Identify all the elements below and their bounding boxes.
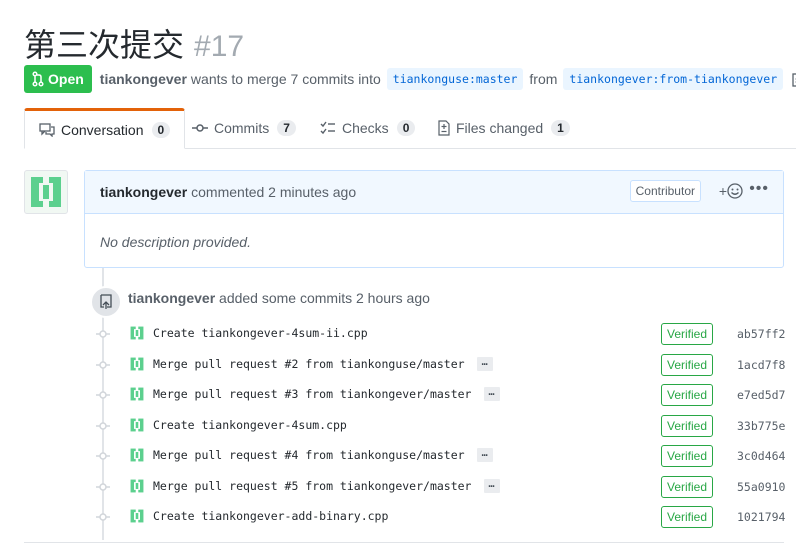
expand-commit-button[interactable]: …	[476, 448, 493, 462]
file-diff-icon	[438, 119, 450, 136]
commit-sha[interactable]: 1acd7f8	[737, 358, 785, 372]
checklist-icon	[320, 121, 335, 134]
pr-number: #17	[194, 30, 245, 63]
repo-push-icon	[90, 286, 122, 318]
verified-badge[interactable]: Verified	[661, 353, 714, 376]
state-label: Open	[48, 71, 84, 87]
commit-avatar[interactable]	[128, 416, 146, 434]
commit-row: Create tiankongever-4sum.cpp Verified 33b7…	[96, 414, 788, 438]
tab-conversation-count: 0	[151, 121, 171, 138]
commits-event-header: tiankongever added some commits 2 hours …	[128, 290, 430, 306]
comment-menu-button[interactable]: •••	[749, 180, 769, 198]
tab-commits-count: 7	[277, 119, 296, 136]
git-commit-icon	[96, 327, 110, 345]
commit-sha[interactable]: ab57ff2	[737, 327, 785, 341]
commit-avatar[interactable]	[128, 385, 146, 403]
verified-badge[interactable]: Verified	[661, 323, 714, 345]
commit-sha[interactable]: 3c0d464	[737, 449, 785, 463]
commit-avatar[interactable]	[128, 355, 146, 373]
commits-action: added some commits 2 hours ago	[219, 290, 430, 306]
verified-badge[interactable]: Verified	[661, 445, 714, 467]
verified-badge[interactable]: Verified	[661, 414, 714, 437]
commit-avatar[interactable]	[128, 446, 146, 464]
commit-message-text[interactable]: Merge pull request #4 from tiankonguse/m…	[153, 448, 465, 462]
commit-sha[interactable]: 33b775e	[737, 419, 785, 433]
merge-text: wants to merge 7 commits into	[190, 71, 381, 87]
comment-header: tiankongever commented 2 minutes ago Con…	[85, 171, 783, 214]
commit-avatar[interactable]	[128, 507, 146, 525]
tab-files-count: 1	[551, 119, 570, 136]
commit-row: Create tiankongever-add-binary.cpp Verifi…	[96, 505, 788, 529]
pull-request-icon	[32, 71, 44, 87]
git-commit-icon	[96, 388, 110, 406]
commit-sha[interactable]: 1021794	[737, 510, 785, 524]
expand-commit-button[interactable]: …	[483, 387, 500, 401]
commit-message[interactable]: Merge pull request #2 from tiankonguse/m…	[153, 356, 493, 371]
contributor-badge: Contributor	[629, 180, 701, 202]
from-text: from	[529, 71, 558, 87]
commit-message-text[interactable]: Create tiankongever-add-binary.cpp	[153, 509, 388, 523]
git-commit-icon	[96, 510, 110, 528]
commit-sha[interactable]: e7ed5d7	[737, 388, 785, 402]
pr-author-link[interactable]: tiankongever	[100, 71, 187, 87]
tab-checks[interactable]: Checks 0	[320, 108, 416, 147]
comment-action[interactable]: commented 2 minutes ago	[191, 184, 356, 200]
git-commit-icon	[192, 123, 208, 132]
commit-message-text[interactable]: Merge pull request #5 from tiankongever/…	[153, 479, 472, 493]
commits-author[interactable]: tiankongever	[128, 290, 215, 306]
comment-box: tiankongever commented 2 minutes ago Con…	[84, 170, 784, 268]
commit-message-text[interactable]: Create tiankongever-4sum-ii.cpp	[153, 326, 368, 340]
clipboard-icon[interactable]	[791, 71, 796, 87]
pr-meta: Open tiankongever wants to merge 7 commi…	[24, 65, 796, 93]
verified-badge[interactable]: Verified	[661, 475, 714, 498]
tab-checks-label: Checks	[342, 119, 389, 136]
commit-row: Merge pull request #4 from tiankonguse/m…	[96, 444, 788, 468]
pr-tabs: Conversation 0 Commits 7 Checks 0 Files …	[24, 108, 796, 149]
commit-message[interactable]: Create tiankongever-add-binary.cpp	[153, 509, 388, 523]
tab-checks-count: 0	[396, 119, 416, 136]
tab-commits-label: Commits	[214, 119, 270, 136]
base-ref[interactable]: tiankonguse:master	[386, 68, 524, 90]
commit-avatar[interactable]	[128, 477, 146, 495]
commit-message-text[interactable]: Create tiankongever-4sum.cpp	[153, 418, 347, 432]
verified-badge[interactable]: Verified	[661, 506, 714, 528]
state-badge: Open	[24, 65, 92, 93]
commit-message[interactable]: Create tiankongever-4sum-ii.cpp	[153, 326, 368, 340]
commit-message[interactable]: Merge pull request #5 from tiankongever/…	[153, 478, 500, 493]
git-commit-icon	[96, 449, 110, 467]
commit-message[interactable]: Merge pull request #3 from tiankongever/…	[153, 387, 500, 401]
git-commit-icon	[96, 480, 110, 498]
add-reaction-button[interactable]: +	[719, 183, 743, 199]
tab-files-changed[interactable]: Files changed 1	[438, 108, 570, 147]
tab-conversation[interactable]: Conversation 0	[24, 108, 186, 149]
commit-avatar[interactable]	[128, 324, 146, 342]
commit-row: Create tiankongever-4sum-ii.cpp Verified a…	[96, 322, 788, 346]
git-commit-icon	[96, 419, 110, 437]
commit-message[interactable]: Merge pull request #4 from tiankonguse/m…	[153, 448, 493, 462]
comment-discussion-icon	[39, 122, 55, 137]
tab-files-label: Files changed	[456, 119, 544, 136]
commit-message[interactable]: Create tiankongever-4sum.cpp	[153, 418, 347, 432]
tab-commits[interactable]: Commits 7	[192, 108, 296, 147]
avatar[interactable]	[24, 170, 68, 214]
pr-title: 第三次提交	[24, 26, 185, 64]
commit-row: Merge pull request #3 from tiankongever/…	[96, 383, 788, 407]
expand-commit-button[interactable]: …	[476, 356, 493, 371]
comment-body: No description provided.	[100, 234, 251, 250]
reaction-plus: +	[718, 183, 727, 199]
git-commit-icon	[96, 358, 110, 376]
expand-commit-button[interactable]: …	[483, 478, 500, 493]
commit-sha[interactable]: 55a0910	[737, 480, 785, 494]
comment-author[interactable]: tiankongever	[100, 184, 187, 200]
head-ref[interactable]: tiankongever:from-tiankongever	[563, 68, 784, 90]
verified-badge[interactable]: Verified	[661, 384, 714, 406]
commit-message-text[interactable]: Merge pull request #3 from tiankongever/…	[153, 387, 472, 401]
commit-row: Merge pull request #2 from tiankonguse/m…	[96, 353, 788, 377]
smiley-icon	[727, 183, 743, 199]
commit-row: Merge pull request #5 from tiankongever/…	[96, 475, 788, 499]
pr-title-row: 第三次提交 #17	[24, 20, 244, 64]
tab-conversation-label: Conversation	[61, 121, 144, 138]
commit-message-text[interactable]: Merge pull request #2 from tiankonguse/m…	[153, 357, 465, 371]
divider	[24, 542, 784, 543]
